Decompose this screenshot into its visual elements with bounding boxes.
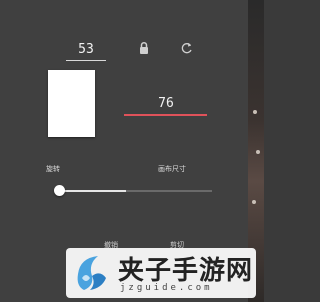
decor-dot	[256, 150, 260, 154]
watermark-title: 夹子手游网	[118, 256, 254, 286]
height-underline	[124, 114, 207, 116]
height-value[interactable]: 76	[146, 96, 186, 111]
rotate-icon[interactable]	[180, 41, 194, 55]
width-underline	[66, 60, 106, 61]
watermark-logo	[77, 256, 106, 290]
lock-icon[interactable]	[137, 41, 151, 55]
width-value[interactable]: 53	[66, 42, 106, 57]
canvas-size-label: 画布尺寸	[158, 165, 186, 173]
watermark-url: jzguide.com	[120, 283, 213, 293]
slider-thumb[interactable]	[54, 185, 65, 196]
canvas-preview	[48, 70, 95, 137]
slider-track[interactable]	[58, 190, 212, 192]
decor-dot	[252, 200, 256, 204]
watermark: 夹子手游网 jzguide.com	[66, 248, 256, 298]
decor-dot	[253, 110, 257, 114]
slider-fill	[58, 190, 126, 192]
rotate-label: 旋转	[46, 165, 60, 173]
